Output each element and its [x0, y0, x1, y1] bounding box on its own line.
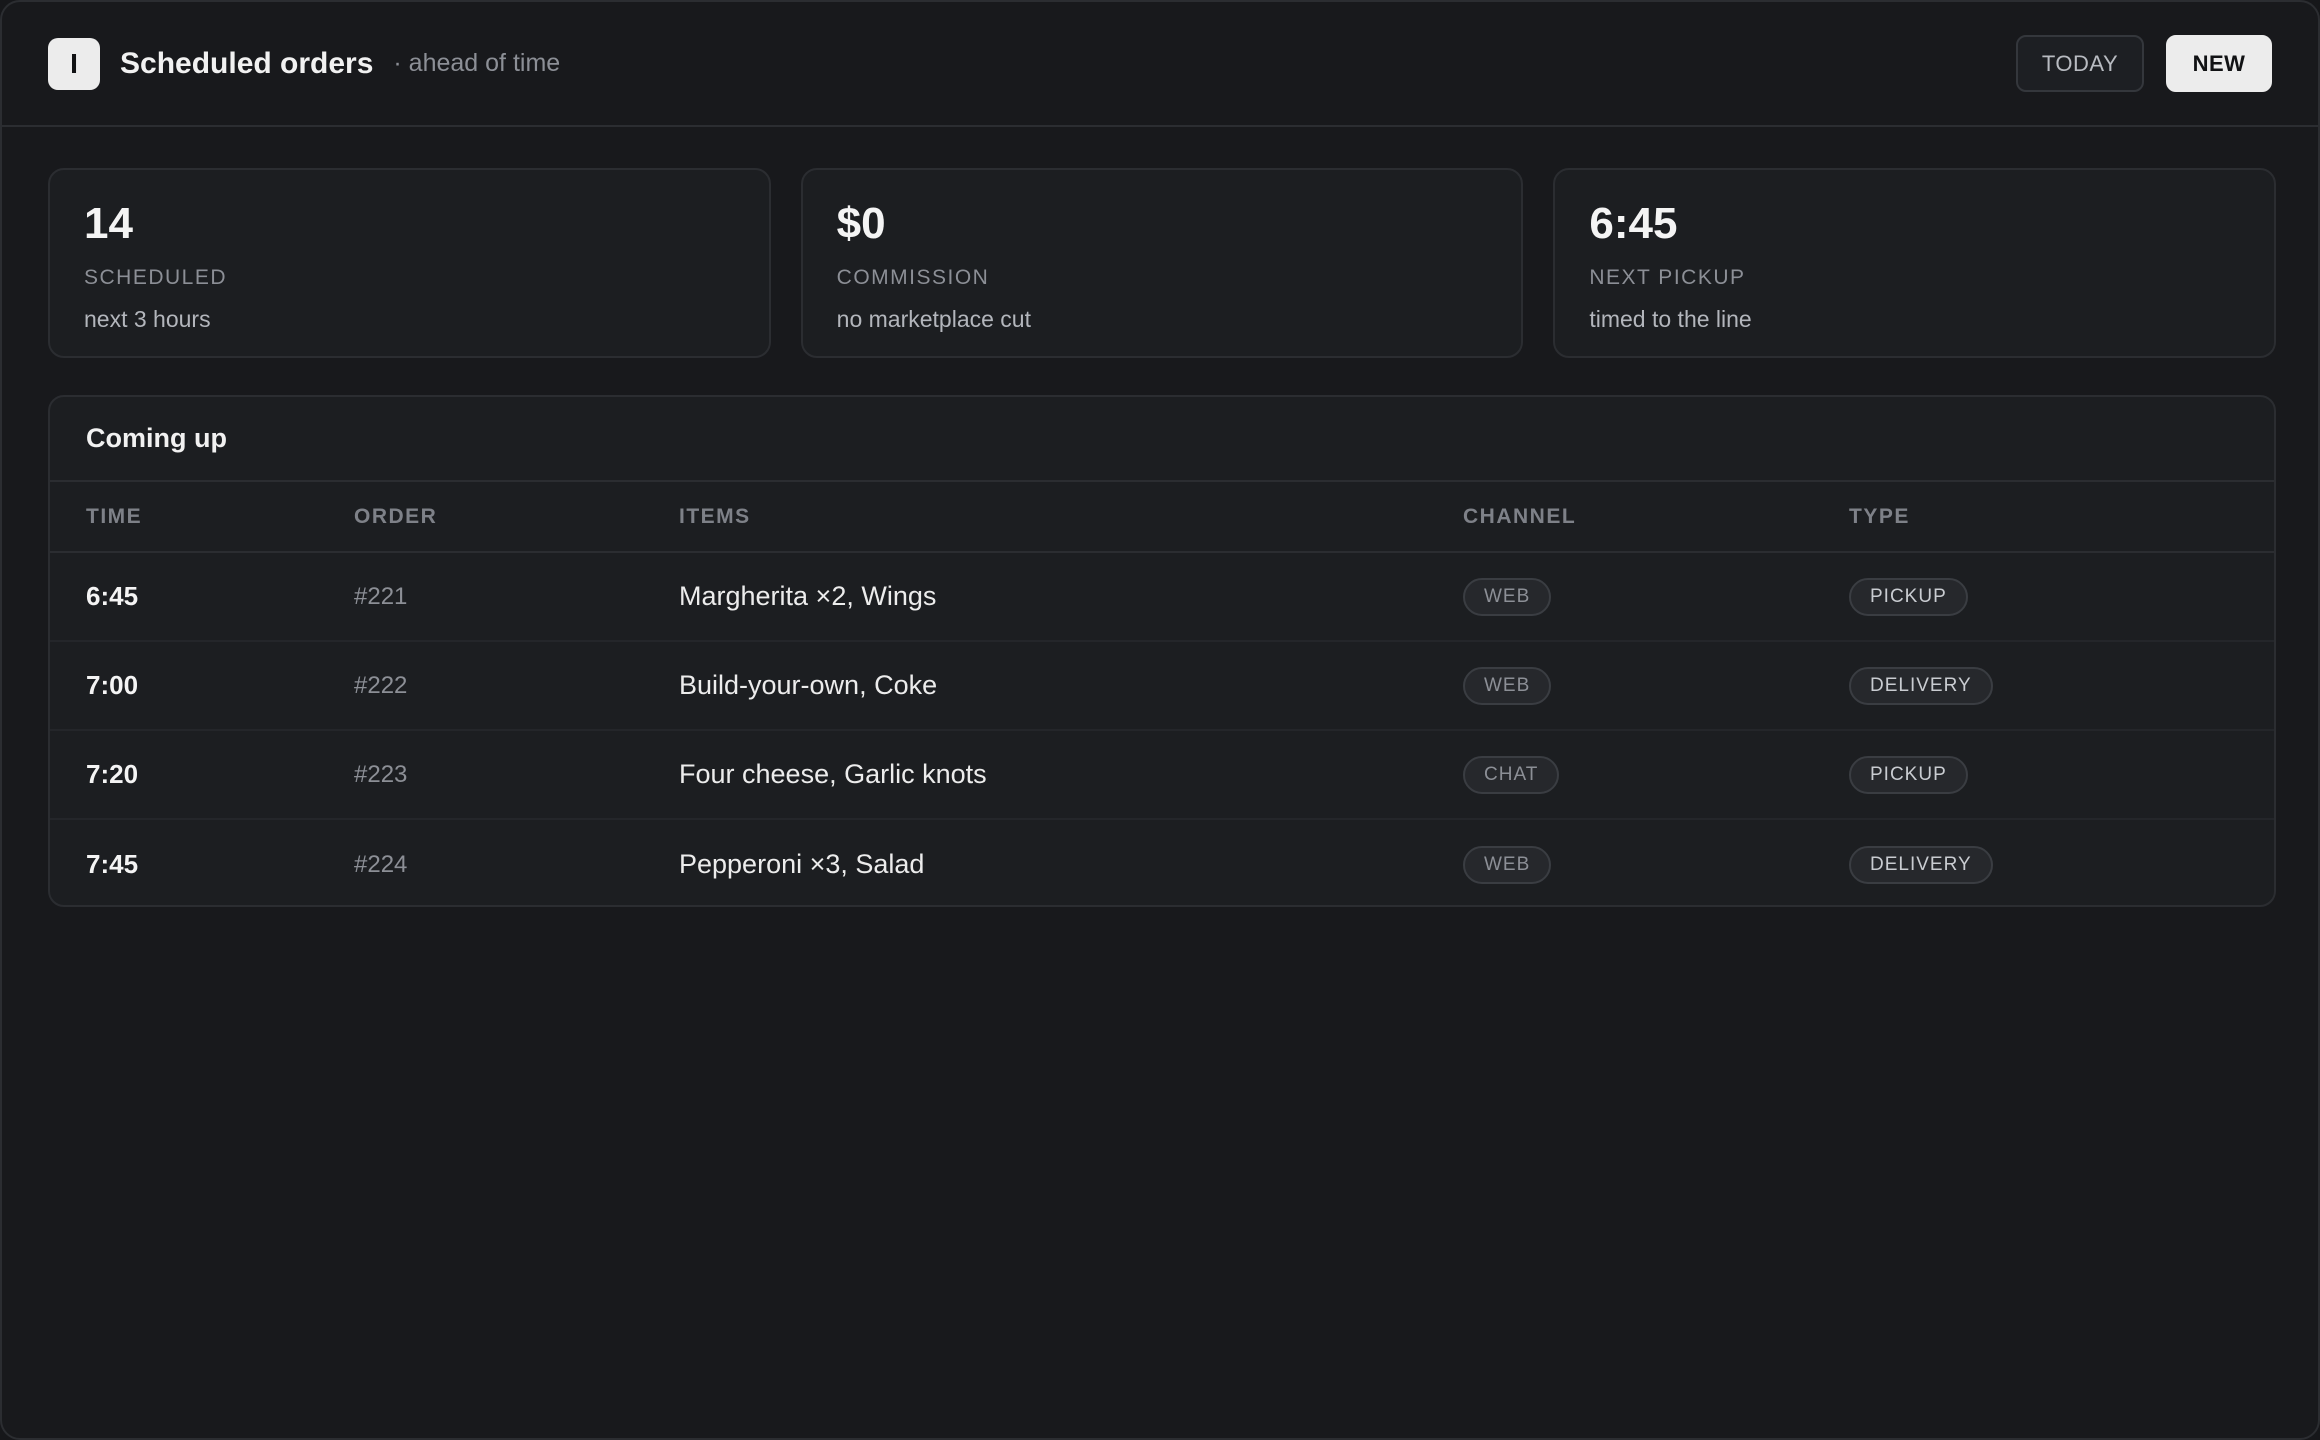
table-row[interactable]: 7:20 #223 Four cheese, Garlic knots CHAT…: [50, 731, 2274, 820]
new-order-button[interactable]: NEW: [2166, 35, 2272, 92]
today-button[interactable]: TODAY: [2016, 35, 2144, 92]
table-row[interactable]: 6:45 #221 Margherita ×2, Wings WEB PICKU…: [50, 553, 2274, 642]
column-header-type: TYPE: [1849, 504, 1910, 528]
type-badge: PICKUP: [1849, 755, 1968, 794]
row-items: Build-your-own, Coke: [679, 670, 938, 700]
stat-cards: 14 SCHEDULED next 3 hours $0 COMMISSION …: [48, 168, 2277, 358]
stat-label: SCHEDULED: [84, 266, 228, 289]
app-window: I Scheduled orders · ahead of time TODAY…: [0, 0, 2320, 1440]
column-header-channel: CHANNEL: [1463, 504, 1577, 528]
stat-note: no marketplace cut: [836, 306, 1031, 332]
header-actions: TODAY NEW: [2016, 35, 2272, 92]
stat-value: $0: [836, 199, 886, 248]
coming-up-panel: Coming up TIME ORDER ITEMS CHANNEL TYPE …: [48, 395, 2276, 907]
page-subtitle: · ahead of time: [393, 49, 561, 77]
stat-value: 14: [84, 199, 133, 248]
column-header-time: TIME: [86, 504, 143, 528]
header-bar: I Scheduled orders · ahead of time TODAY…: [2, 2, 2318, 127]
stat-note: next 3 hours: [84, 306, 211, 332]
row-time: 7:00: [86, 670, 139, 700]
channel-badge: WEB: [1463, 666, 1552, 705]
stat-card-commission: $0 COMMISSION no marketplace cut: [800, 168, 1524, 358]
row-items: Margherita ×2, Wings: [679, 581, 937, 611]
type-badge: DELIVERY: [1849, 666, 1993, 705]
row-order-number: #221: [354, 582, 408, 610]
type-badge: PICKUP: [1849, 577, 1968, 616]
row-time: 7:20: [86, 759, 139, 789]
row-time: 7:45: [86, 849, 139, 879]
row-items: Four cheese, Garlic knots: [679, 759, 987, 789]
stat-value: 6:45: [1589, 199, 1678, 248]
panel-title: Coming up: [50, 397, 2274, 482]
stat-card-next-pickup: 6:45 NEXT PICKUP timed to the line: [1553, 168, 2277, 358]
stat-label: NEXT PICKUP: [1589, 266, 1746, 289]
row-items: Pepperoni ×3, Salad: [679, 849, 925, 879]
app-logo: I: [48, 37, 100, 90]
stat-label: COMMISSION: [836, 266, 990, 289]
table-header: TIME ORDER ITEMS CHANNEL TYPE: [50, 482, 2274, 553]
table-row[interactable]: 7:45 #224 Pepperoni ×3, Salad WEB DELIVE…: [50, 820, 2274, 905]
stat-card-scheduled: 14 SCHEDULED next 3 hours: [48, 168, 771, 358]
channel-badge: WEB: [1463, 577, 1552, 616]
page-title: Scheduled orders: [120, 46, 374, 80]
row-order-number: #224: [354, 850, 408, 878]
type-badge: DELIVERY: [1849, 845, 1993, 884]
channel-badge: CHAT: [1463, 755, 1560, 794]
stat-note: timed to the line: [1589, 306, 1752, 332]
row-time: 6:45: [86, 581, 139, 611]
row-order-number: #223: [354, 760, 408, 788]
channel-badge: WEB: [1463, 845, 1552, 884]
table-row[interactable]: 7:00 #222 Build-your-own, Coke WEB DELIV…: [50, 642, 2274, 731]
row-order-number: #222: [354, 671, 408, 699]
column-header-items: ITEMS: [679, 504, 751, 528]
column-header-order: ORDER: [354, 504, 438, 528]
